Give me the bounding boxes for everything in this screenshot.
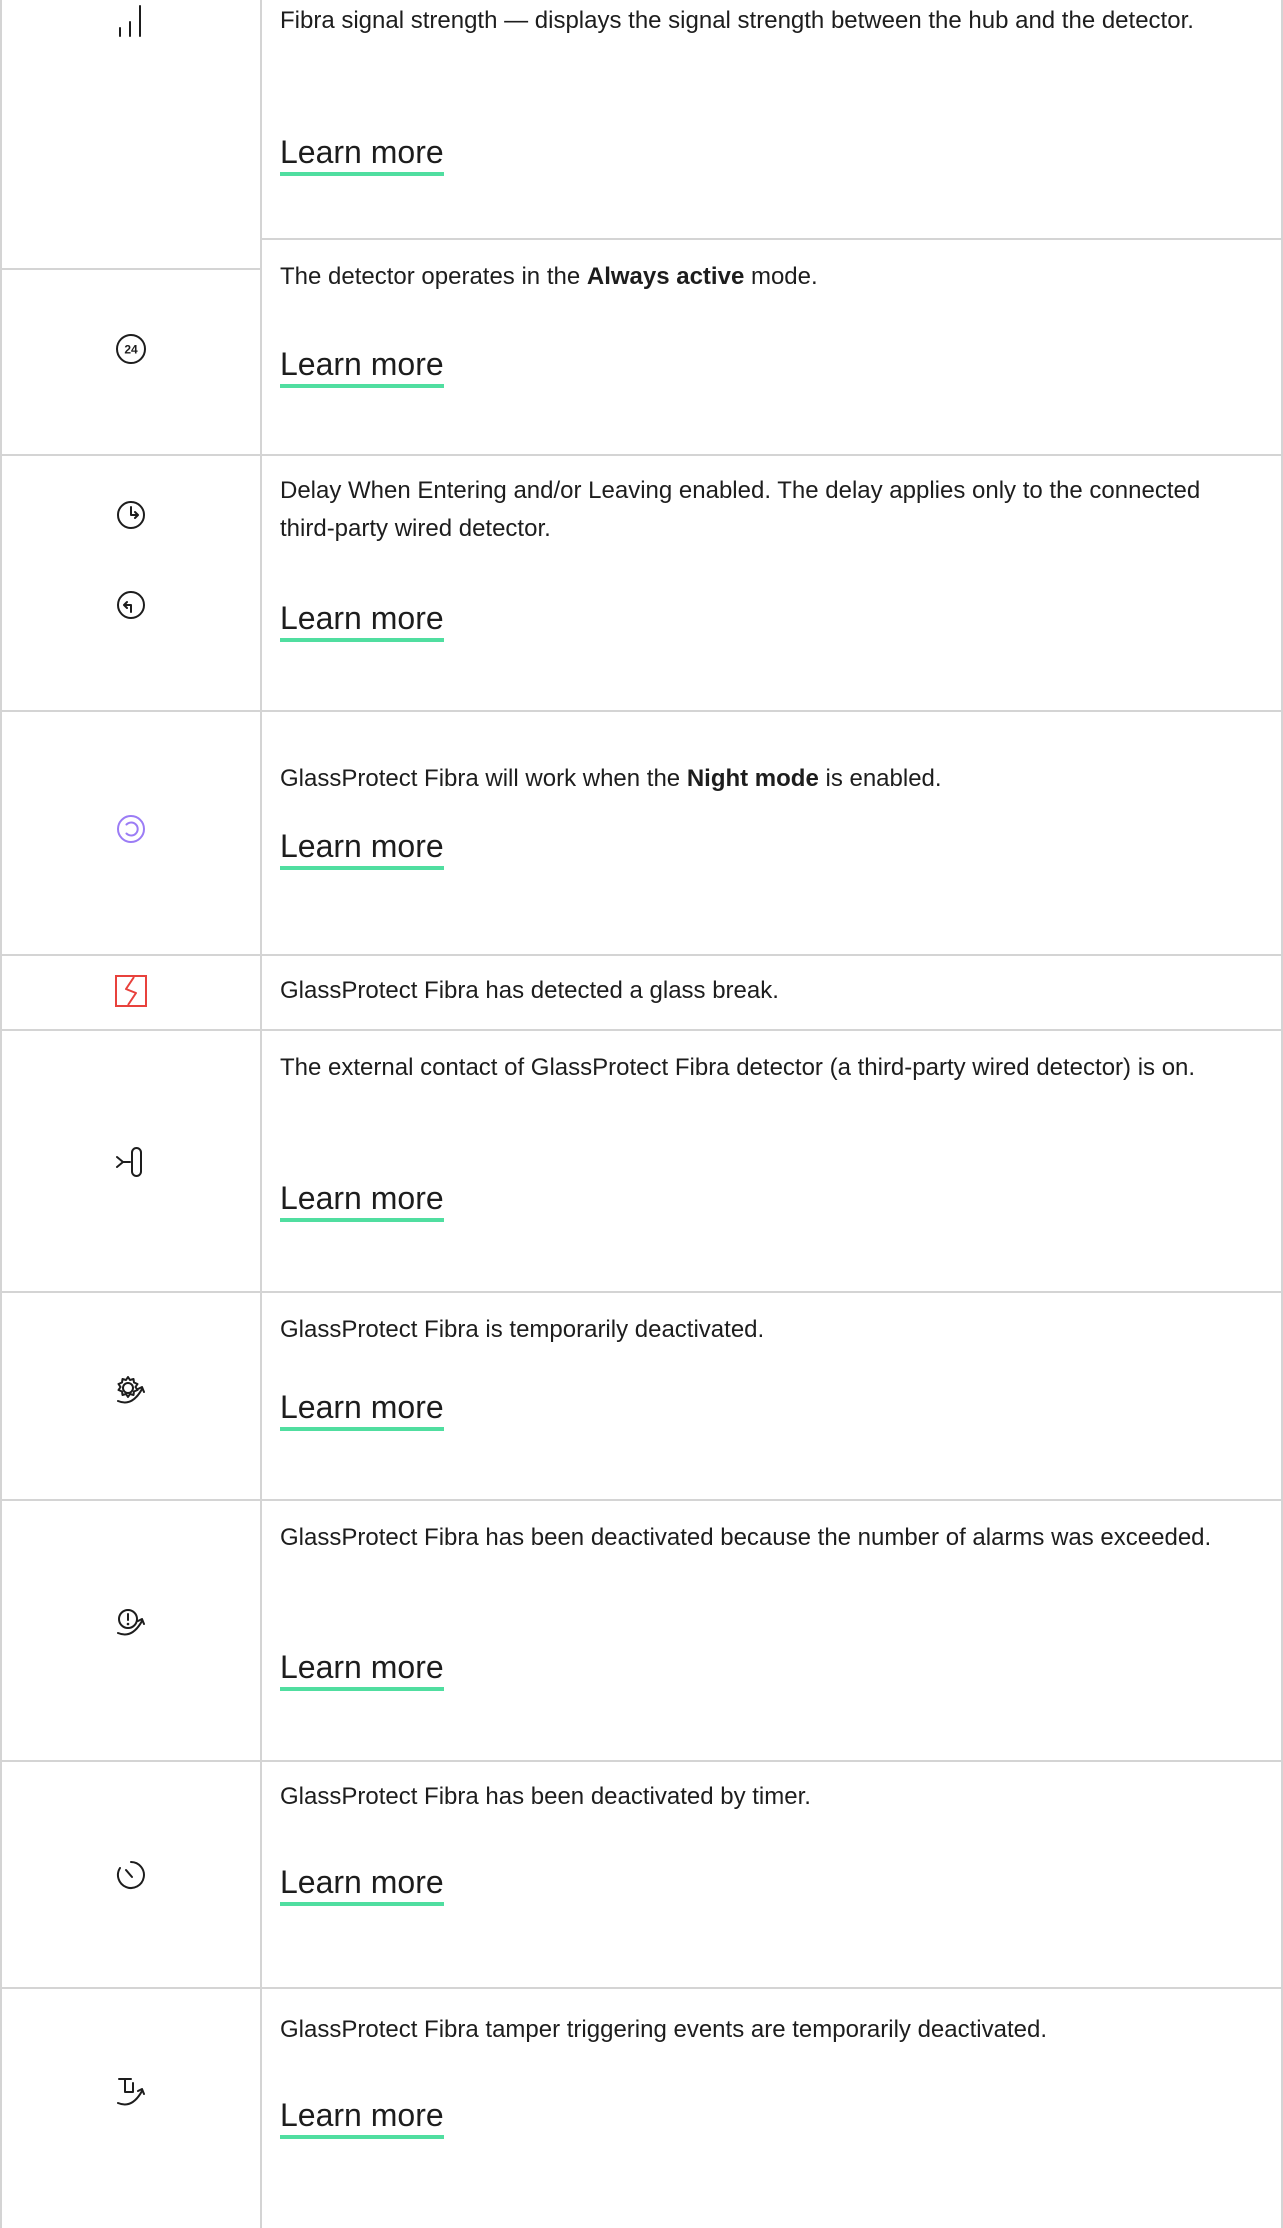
delay-leaving-icon	[114, 588, 148, 622]
learn-more-link[interactable]: Learn more	[280, 1178, 444, 1222]
row-description: The detector operates in the Always acti…	[280, 263, 818, 290]
row-description: GlassProtect Fibra has been deactivated …	[280, 1524, 1212, 1551]
table-row: The external contact of GlassProtect Fib…	[0, 1031, 1283, 1291]
temporarily-deactivated-icon	[114, 1373, 148, 1407]
glass-break-icon	[114, 974, 148, 1008]
table-row: GlassProtect Fibra has been deactivated …	[0, 1762, 1283, 1987]
table-row: GlassProtect Fibra tamper triggering eve…	[0, 1989, 1283, 2228]
delay-entering-icon	[114, 498, 148, 532]
learn-more-link[interactable]: Learn more	[280, 1647, 444, 1691]
row-description: GlassProtect Fibra tamper triggering eve…	[280, 2016, 1048, 2043]
table-row: GlassProtect Fibra is temporarily deacti…	[0, 1293, 1283, 1499]
learn-more-link[interactable]: Learn more	[280, 2095, 444, 2139]
tamper-deactivated-icon	[114, 2075, 148, 2109]
row-description: GlassProtect Fibra has detected a glass …	[280, 977, 779, 1004]
night-mode-icon	[114, 812, 148, 846]
always-active-24-icon: 24	[114, 332, 148, 366]
signal-strength-icon	[114, 4, 148, 38]
learn-more-link[interactable]: Learn more	[280, 1862, 444, 1906]
table-row: 24 The detector operates in the Always a…	[0, 240, 1283, 454]
alarms-exceeded-deactivated-icon	[114, 1605, 148, 1639]
table-row: Fibra signal strength — displays the sig…	[0, 0, 1283, 238]
learn-more-link[interactable]: Learn more	[280, 826, 444, 870]
row-description: Fibra signal strength — displays the sig…	[280, 7, 1194, 34]
learn-more-link[interactable]: Learn more	[280, 132, 444, 176]
timer-deactivated-icon	[114, 1858, 148, 1892]
row-description: GlassProtect Fibra has been deactivated …	[280, 1783, 811, 1810]
table-row: GlassProtect Fibra will work when the Ni…	[0, 712, 1283, 954]
learn-more-link[interactable]: Learn more	[280, 598, 444, 642]
row-description: GlassProtect Fibra will work when the Ni…	[280, 765, 942, 792]
learn-more-link[interactable]: Learn more	[280, 344, 444, 388]
table-row: GlassProtect Fibra has been deactivated …	[0, 1501, 1283, 1760]
row-description: GlassProtect Fibra is temporarily deacti…	[280, 1316, 765, 1343]
row-description: Delay When Entering and/or Leaving enabl…	[280, 477, 1201, 542]
table-row: Delay When Entering and/or Leaving enabl…	[0, 456, 1283, 710]
learn-more-link[interactable]: Learn more	[280, 1387, 444, 1431]
svg-text:24: 24	[124, 343, 138, 357]
table-row: GlassProtect Fibra has detected a glass …	[0, 956, 1283, 1029]
external-contact-icon	[114, 1145, 148, 1179]
status-icons-table: Fibra signal strength — displays the sig…	[0, 0, 1283, 2228]
row-description: The external contact of GlassProtect Fib…	[280, 1054, 1196, 1081]
